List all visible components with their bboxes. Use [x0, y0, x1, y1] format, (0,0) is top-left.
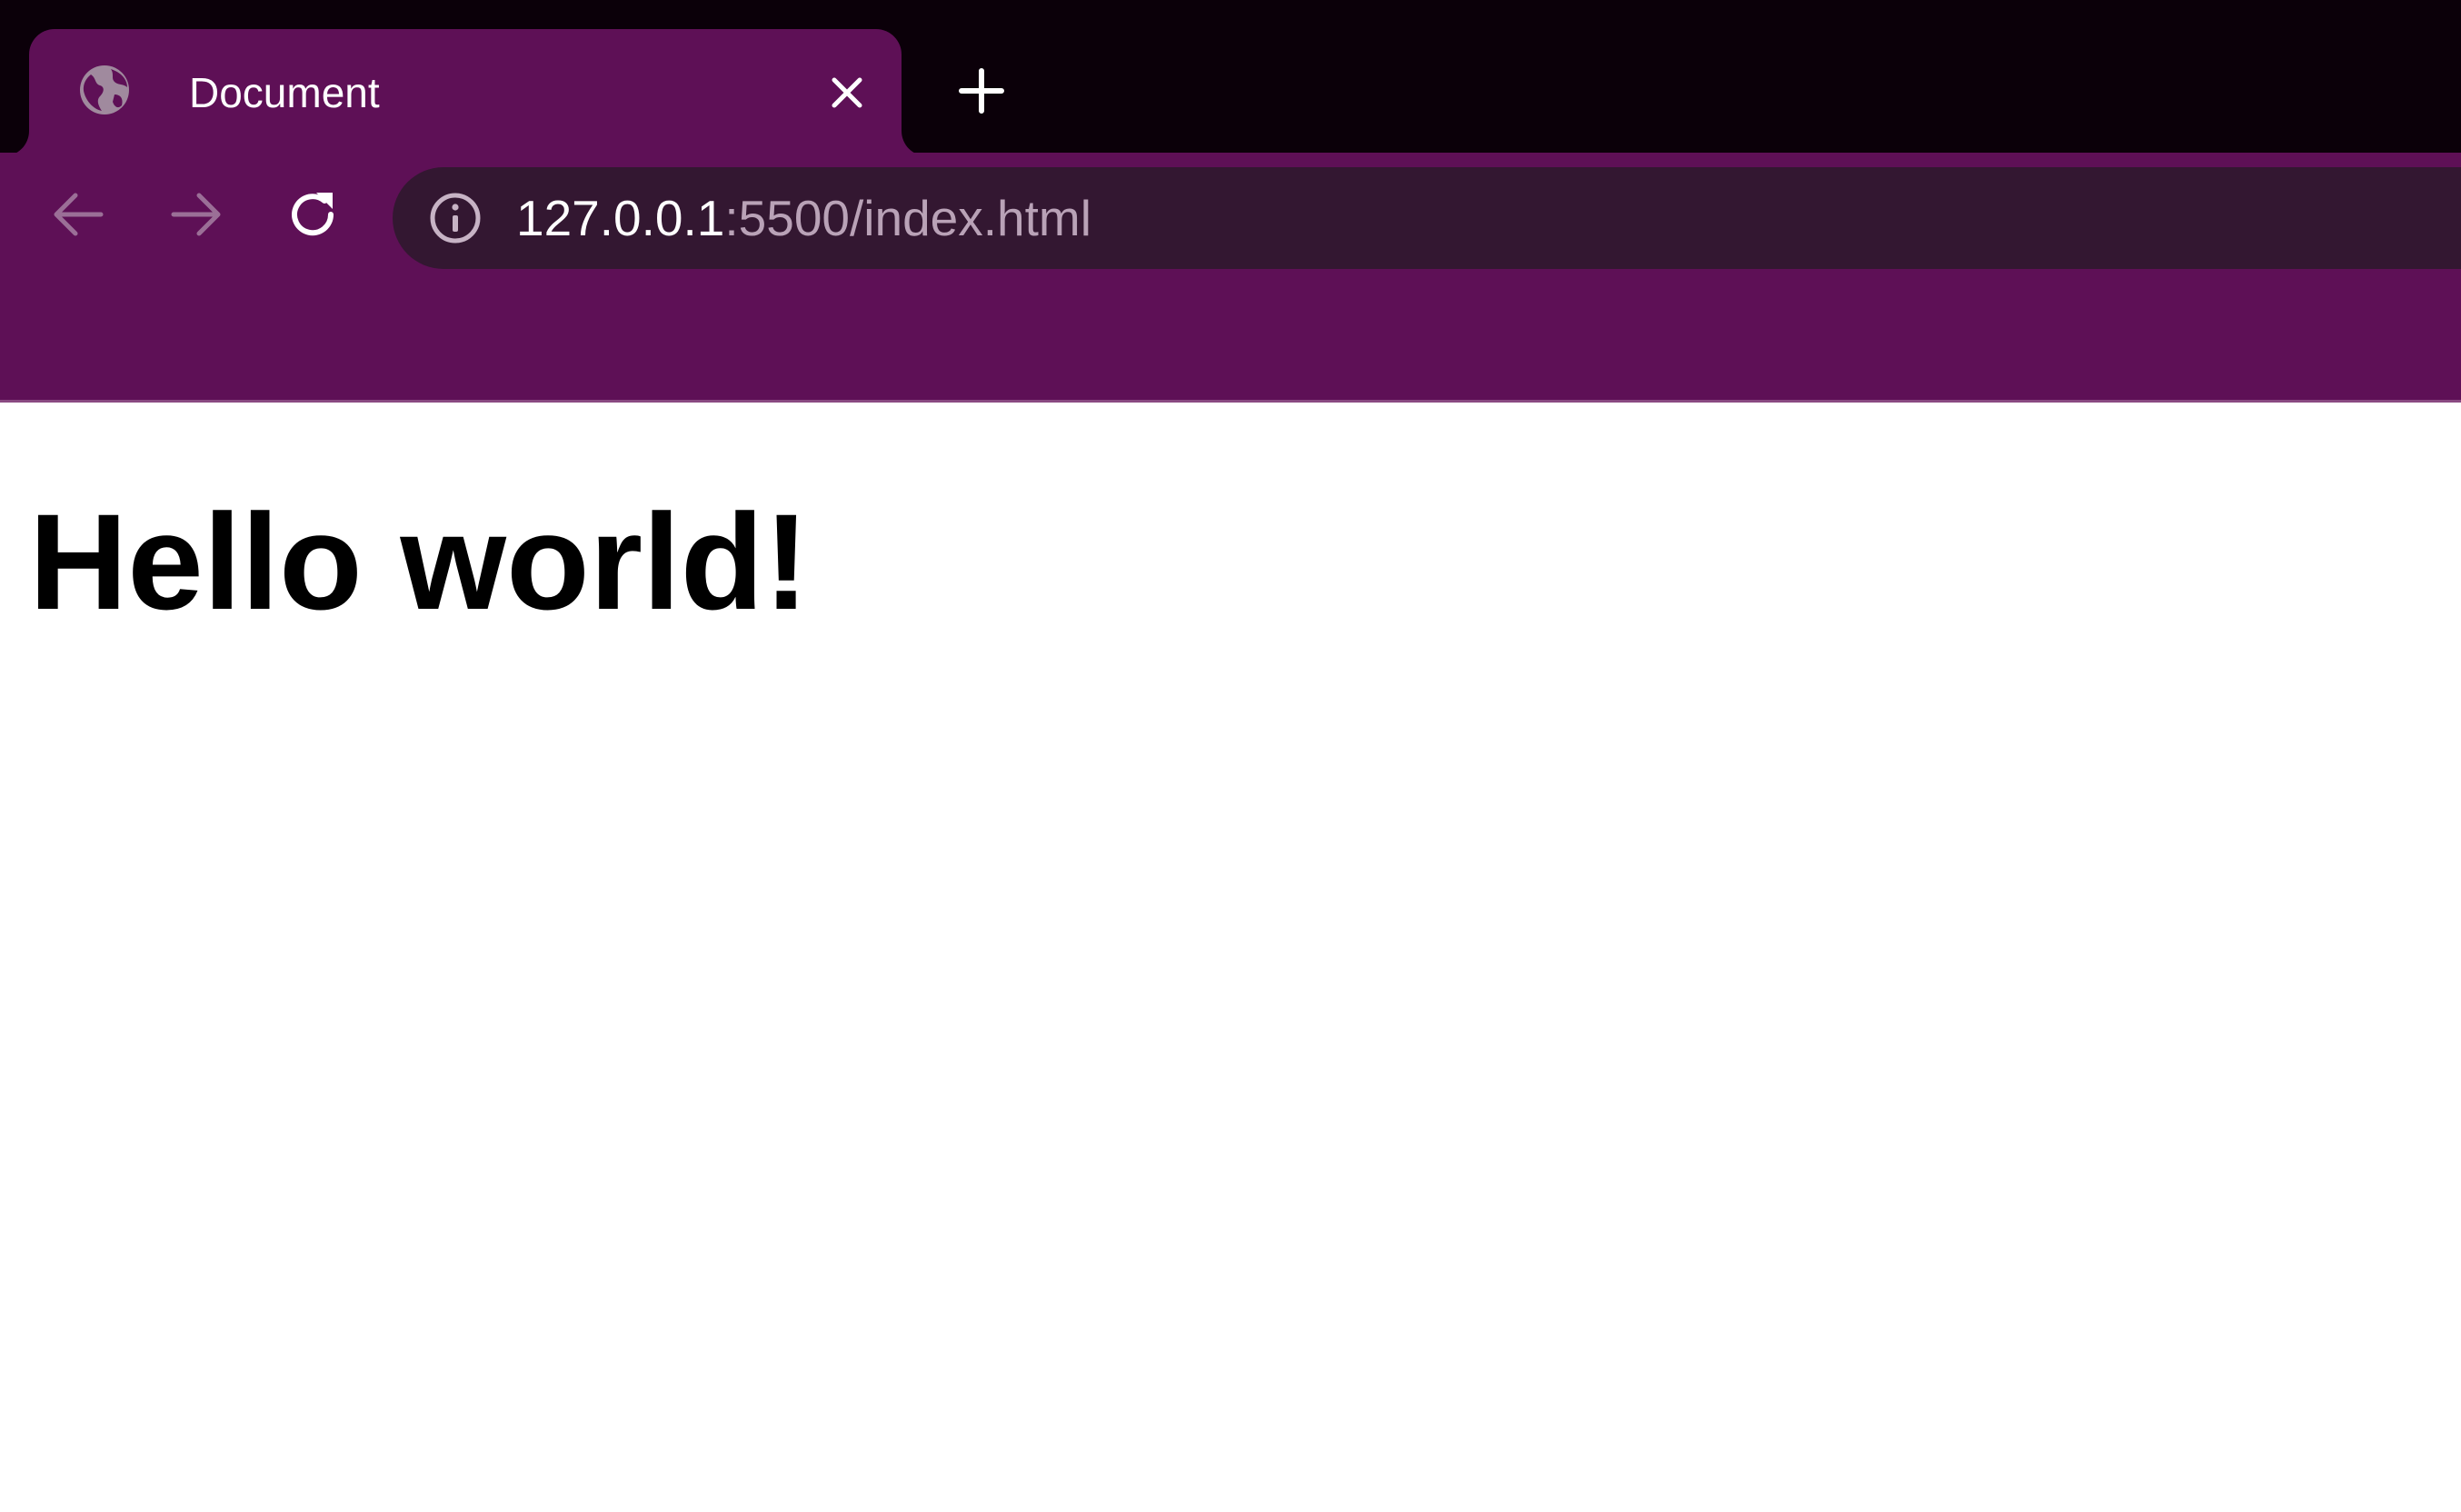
tab-strip: Document — [0, 0, 2461, 156]
arrow-right-icon — [170, 188, 223, 245]
back-button[interactable] — [40, 178, 116, 254]
globe-icon — [78, 64, 131, 116]
close-icon[interactable] — [820, 65, 874, 120]
reload-icon — [285, 187, 340, 246]
page-content: Hello world! — [0, 403, 2461, 1512]
arrow-left-icon — [52, 188, 105, 245]
page-heading: Hello world! — [29, 485, 810, 638]
info-icon[interactable] — [429, 192, 482, 244]
tab-active[interactable]: Document — [29, 29, 902, 156]
reload-button[interactable] — [274, 178, 351, 254]
forward-button[interactable] — [158, 178, 234, 254]
tab-title: Document — [189, 69, 380, 116]
plus-icon[interactable] — [945, 55, 1018, 127]
url-text: 127.0.0.1:5500/index.html — [516, 189, 1091, 247]
address-bar[interactable]: 127.0.0.1:5500/index.html — [393, 167, 2461, 269]
url-path: :5500/index.html — [724, 190, 1091, 246]
url-host: 127.0.0.1 — [516, 190, 725, 246]
